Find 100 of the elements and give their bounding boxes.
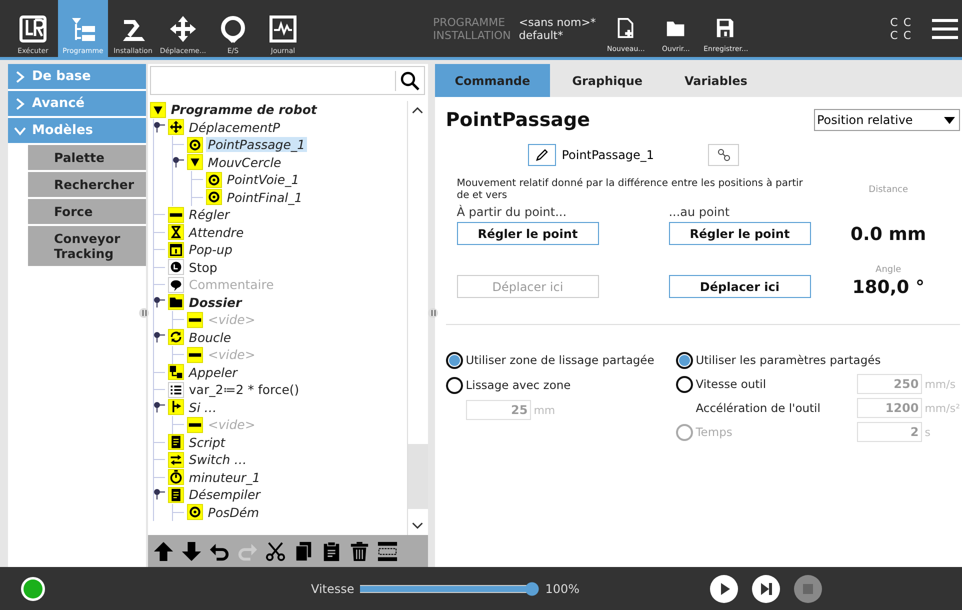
stopwatch-icon (168, 469, 184, 486)
point-label: ...au point (668, 205, 731, 219)
field-value: <sans nom>* (518, 16, 596, 28)
speed-reading: 100% (545, 582, 580, 596)
sidebar-item[interactable]: Rechercher (28, 172, 146, 199)
tree-item[interactable]: Boucle (186, 330, 234, 345)
unit-label: mm/s (924, 378, 957, 390)
new-file-icon (616, 17, 636, 39)
splitter-handle-icon[interactable] (428, 305, 438, 321)
tree-item[interactable]: Attendre (186, 224, 246, 240)
expand-knob-icon[interactable] (154, 296, 165, 308)
tree-item[interactable]: Désempiler (186, 487, 262, 502)
radio-label: Vitesse outil (696, 377, 766, 391)
tree-item[interactable]: Appeler (186, 364, 240, 380)
tab[interactable]: Commande (434, 64, 550, 97)
tree-item[interactable]: DéplacementP (186, 120, 282, 135)
unit-label: mm/s² (924, 402, 960, 414)
chevron-right-icon (14, 70, 26, 82)
expand-knob-icon[interactable] (154, 332, 165, 343)
readout-label: Angle (874, 265, 902, 275)
folder-icon (168, 294, 184, 310)
step-icon[interactable] (752, 574, 780, 602)
chevron-right-icon (14, 98, 26, 110)
bar-icon (168, 206, 184, 223)
command-title: PointPassage (446, 109, 590, 131)
radio-label: Lissage avec zone (466, 378, 571, 392)
radio-button[interactable] (446, 352, 463, 368)
sidebar-item[interactable]: Force (28, 199, 146, 226)
tree-item[interactable]: Programme de robot (168, 102, 319, 118)
unit-label: s (924, 426, 932, 438)
pencil-icon (534, 148, 549, 162)
status-text: C C (890, 16, 912, 28)
radio-button[interactable] (676, 376, 693, 392)
loop-arrows-icon (168, 329, 184, 346)
sidebar-item[interactable]: Conveyor Tracking (28, 226, 146, 268)
search-field[interactable] (150, 66, 425, 95)
io-circle-icon (218, 14, 248, 44)
expand-knob-icon[interactable] (172, 156, 184, 168)
tree-item[interactable]: Script (186, 434, 228, 450)
action-button[interactable]: Régler le point (668, 222, 811, 245)
swap-arrows-icon (168, 452, 184, 468)
tree-item[interactable]: PointPassage_1 (206, 137, 308, 152)
target-icon (206, 189, 222, 206)
tree-item[interactable]: Si … (186, 400, 219, 415)
call-blocks-icon (168, 364, 184, 380)
tree-item[interactable]: Pop-up (186, 242, 234, 258)
dashed-block-icon[interactable] (376, 540, 398, 562)
splitter-handle-icon[interactable] (139, 305, 149, 321)
tree-item[interactable]: Stop (186, 260, 220, 275)
scrollbar-thumb[interactable] (408, 444, 428, 509)
play-icon[interactable] (710, 574, 738, 602)
action-button[interactable]: Déplacer ici (668, 275, 811, 298)
field-label: Accélération de l'outil (696, 401, 820, 415)
readout-value: 0.0 mm (850, 224, 928, 245)
up-arrow-icon[interactable] (152, 540, 174, 562)
scrollbar[interactable] (406, 101, 428, 535)
action-button[interactable]: Régler le point (456, 222, 599, 245)
tree-item[interactable]: Switch … (186, 452, 249, 468)
tree-item[interactable]: PointFinal_1 (224, 190, 304, 205)
speed-slider[interactable] (360, 582, 540, 596)
radio-button[interactable] (446, 376, 463, 394)
unit-label: mm (534, 404, 556, 416)
target-icon (186, 504, 203, 520)
description-text: Mouvement relatif donné par la différence entre les positions à partir de et vers (456, 178, 804, 202)
tree-item[interactable]: var_2≔2 * force() (186, 382, 302, 398)
chain-link-icon (716, 148, 731, 162)
readout-label: Distance (868, 185, 910, 195)
caret-down-icon (944, 116, 955, 124)
expand-knob-icon[interactable] (154, 489, 165, 500)
radio-button[interactable] (676, 352, 693, 368)
tree-item[interactable]: minuteur_1 (186, 470, 262, 485)
hourglass-icon (168, 224, 184, 240)
down-arrow-icon[interactable] (180, 540, 202, 562)
field-label: PROGRAMME (433, 16, 506, 28)
tree-item[interactable]: MouvCercle (206, 154, 284, 170)
tree-item[interactable]: Régler (186, 207, 232, 222)
radio-label: Temps (696, 425, 732, 439)
expand-knob-icon[interactable] (154, 122, 165, 133)
target-icon (206, 172, 222, 188)
list-icon (168, 382, 184, 398)
dropdown[interactable]: Position relative (814, 109, 960, 131)
sidebar-item[interactable]: Palette (28, 145, 146, 172)
speed-label: Vitesse (311, 582, 354, 596)
speech-bubble-icon (168, 276, 184, 293)
tree-item[interactable]: PosDém (206, 504, 262, 520)
menu-icon[interactable] (932, 18, 958, 40)
power-icon[interactable] (20, 576, 46, 602)
trash-can-icon[interactable] (348, 540, 370, 562)
script-page-icon (168, 434, 184, 450)
radio-label: Utiliser zone de lissage partagée (466, 353, 654, 367)
edit-button[interactable] (528, 144, 556, 166)
bar-icon (186, 346, 203, 363)
field-label: INSTALLATION (433, 28, 511, 42)
tree-item[interactable]: PointVoie_1 (224, 172, 302, 188)
popup-window-icon (168, 242, 184, 258)
expand-knob-icon[interactable] (154, 402, 165, 413)
scissors-icon[interactable] (264, 540, 286, 562)
bar-icon (186, 416, 203, 433)
link-button[interactable] (708, 144, 740, 166)
tree-item[interactable]: Dossier (186, 294, 244, 310)
